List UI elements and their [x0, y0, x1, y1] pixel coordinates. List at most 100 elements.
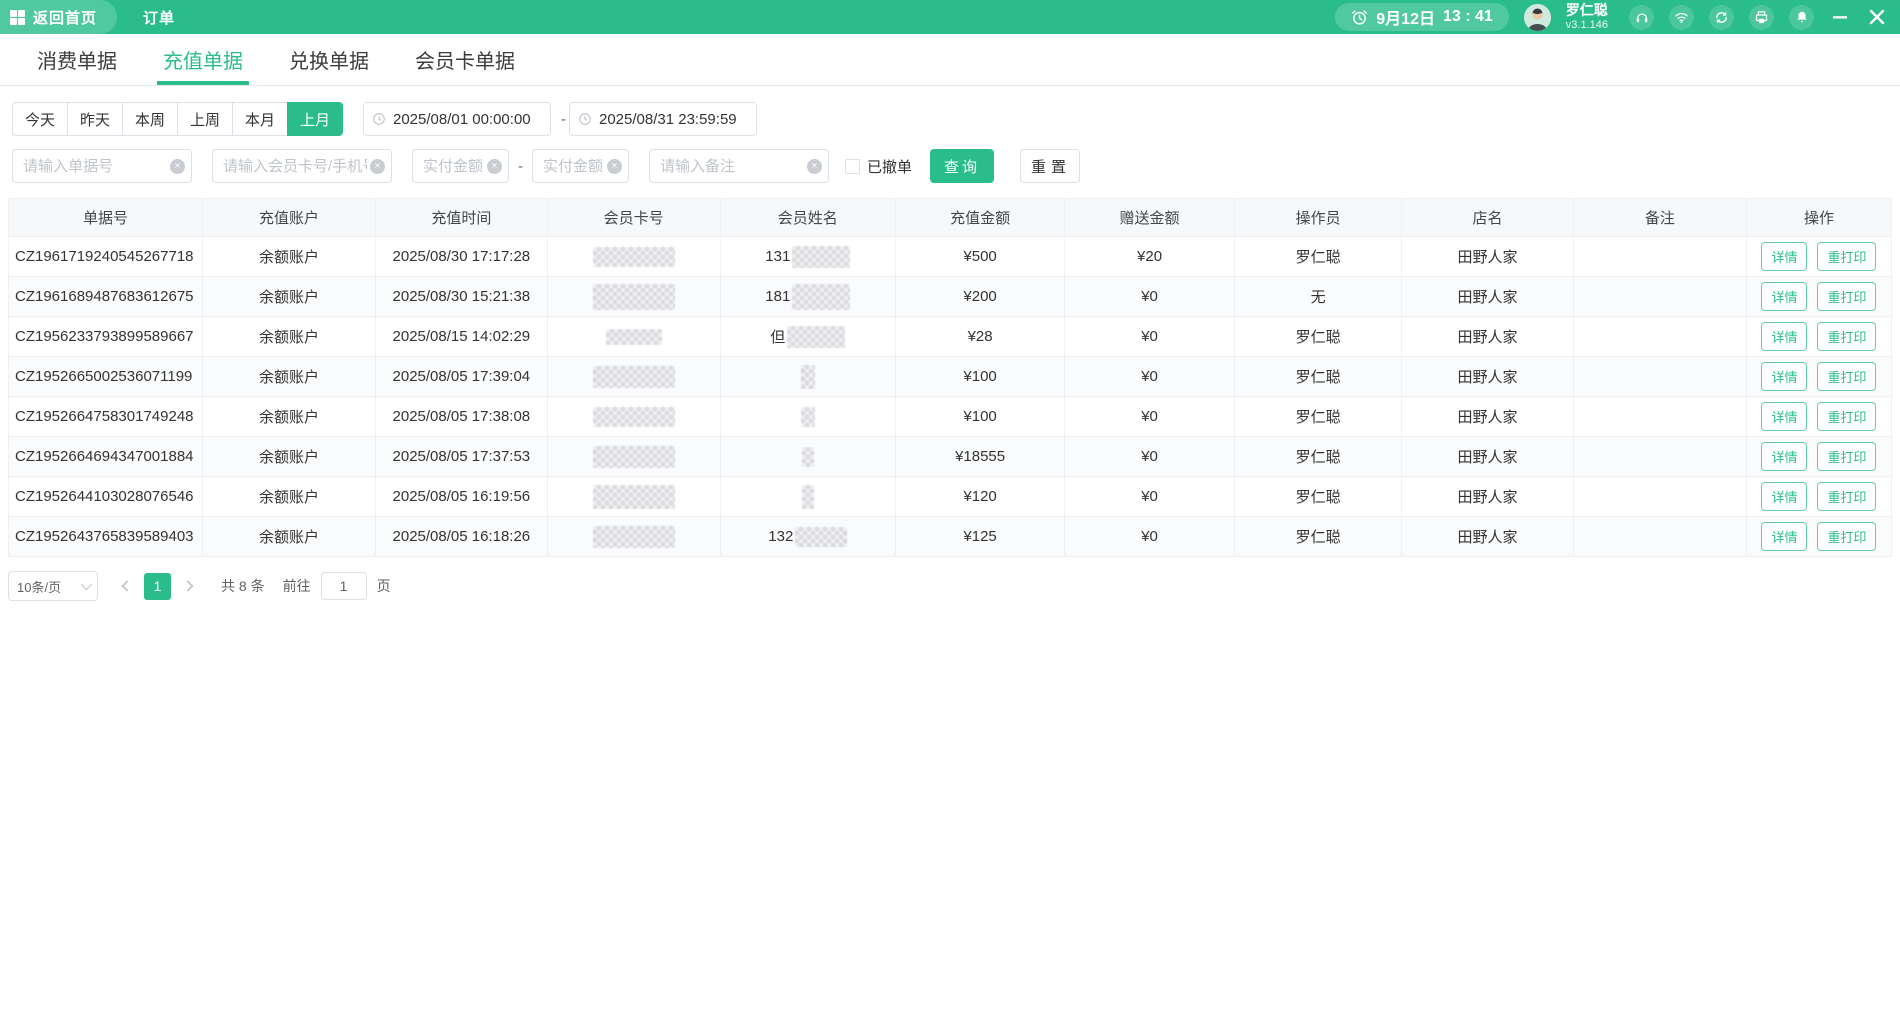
cell-time: 2025/08/05 16:19:56	[376, 477, 547, 517]
tab-membercard-receipts[interactable]: 会员卡单据	[415, 34, 515, 85]
headset-icon	[1635, 10, 1649, 24]
reprint-button[interactable]: 重打印	[1817, 362, 1876, 391]
range-today-button[interactable]: 今天	[12, 102, 68, 136]
clear-icon[interactable]	[607, 159, 622, 174]
table-body: CZ1961719240545267718余额账户2025/08/30 17:1…	[9, 237, 1892, 557]
cell-account: 余额账户	[202, 437, 375, 477]
minimize-button[interactable]	[1829, 6, 1851, 28]
detail-button[interactable]: 详情	[1761, 282, 1807, 311]
table-row: CZ1952664694347001884余额账户2025/08/05 17:3…	[9, 437, 1892, 477]
table-row: CZ1952643765839589403余额账户2025/08/05 16:1…	[9, 517, 1892, 557]
tab-exchange-receipts[interactable]: 兑换单据	[289, 34, 369, 85]
cell-time: 2025/08/30 15:21:38	[376, 277, 547, 317]
avatar[interactable]	[1524, 4, 1551, 31]
name-prefix: 但	[770, 329, 785, 346]
topbar: 返回首页 订单 9月12日 13 : 41 罗仁聪 v3.1.146	[0, 0, 1900, 34]
tab-consume-receipts[interactable]: 消费单据	[37, 34, 117, 85]
sync-icon	[1714, 10, 1729, 25]
detail-button[interactable]: 详情	[1761, 522, 1807, 551]
cell-bonus: ¥0	[1065, 477, 1234, 517]
cell-operator: 罗仁聪	[1234, 397, 1402, 437]
masked-value-mosaic	[801, 365, 815, 389]
range-yesterday-button[interactable]: 昨天	[67, 102, 123, 136]
member-search-input[interactable]	[212, 149, 392, 183]
cell-amount: ¥18555	[895, 437, 1064, 477]
cell-remark	[1573, 277, 1746, 317]
clear-icon[interactable]	[370, 159, 385, 174]
reprint-button[interactable]: 重打印	[1817, 482, 1876, 511]
col-store: 店名	[1402, 199, 1573, 237]
cell-store: 田野人家	[1402, 357, 1573, 397]
sync-button[interactable]	[1709, 5, 1734, 30]
range-this-week-button[interactable]: 本周	[122, 102, 178, 136]
headset-button[interactable]	[1629, 5, 1654, 30]
clear-icon[interactable]	[170, 159, 185, 174]
order-no-input[interactable]	[12, 149, 192, 183]
cancelled-checkbox[interactable]	[845, 159, 860, 174]
reprint-button[interactable]: 重打印	[1817, 442, 1876, 471]
reprint-button[interactable]: 重打印	[1817, 322, 1876, 351]
masked-value-mosaic	[593, 485, 675, 509]
table-row: CZ1952664758301749248余额账户2025/08/05 17:3…	[9, 397, 1892, 437]
detail-button[interactable]: 详情	[1761, 442, 1807, 471]
wifi-button[interactable]	[1669, 5, 1694, 30]
masked-value-mosaic	[593, 407, 675, 427]
cell-store: 田野人家	[1402, 437, 1573, 477]
goto-page-input[interactable]	[321, 572, 367, 600]
close-icon	[1868, 8, 1886, 26]
chevron-down-icon	[81, 579, 92, 590]
masked-value-mosaic	[606, 329, 662, 345]
start-datetime-picker[interactable]: 2025/08/01 00:00:00	[363, 102, 551, 136]
back-home-label: 返回首页	[33, 7, 97, 28]
cell-account: 余额账户	[202, 277, 375, 317]
detail-button[interactable]: 详情	[1761, 242, 1807, 271]
printer-button[interactable]	[1749, 5, 1774, 30]
close-button[interactable]	[1866, 6, 1888, 28]
reprint-button[interactable]: 重打印	[1817, 402, 1876, 431]
cell-time: 2025/08/15 14:02:29	[376, 317, 547, 357]
clock-time: 13 : 41	[1443, 8, 1493, 26]
cell-operator: 罗仁聪	[1234, 317, 1402, 357]
reprint-button[interactable]: 重打印	[1817, 522, 1876, 551]
detail-button[interactable]: 详情	[1761, 362, 1807, 391]
masked-value-mosaic	[593, 247, 675, 267]
name-prefix: 131	[765, 248, 790, 265]
clear-icon[interactable]	[807, 159, 822, 174]
detail-button[interactable]: 详情	[1761, 482, 1807, 511]
range-this-month-button[interactable]: 本月	[232, 102, 288, 136]
tab-recharge-receipts[interactable]: 充值单据	[163, 34, 243, 85]
page-1-button[interactable]: 1	[144, 573, 171, 600]
clock-icon	[372, 112, 386, 126]
reprint-button[interactable]: 重打印	[1817, 282, 1876, 311]
cell-operator: 罗仁聪	[1234, 437, 1402, 477]
next-page-button[interactable]	[175, 572, 201, 600]
cell-store: 田野人家	[1402, 317, 1573, 357]
detail-button[interactable]: 详情	[1761, 322, 1807, 351]
clear-icon[interactable]	[487, 159, 502, 174]
table-row: CZ1952665002536071199余额账户2025/08/05 17:3…	[9, 357, 1892, 397]
name-prefix: 181	[765, 288, 790, 305]
remark-input[interactable]	[649, 149, 829, 183]
col-actions: 操作	[1746, 199, 1891, 237]
detail-button[interactable]: 详情	[1761, 402, 1807, 431]
page-size-select[interactable]: 10条/页	[8, 571, 98, 601]
reset-button[interactable]: 重置	[1020, 149, 1080, 183]
range-last-week-button[interactable]: 上周	[177, 102, 233, 136]
cell-order-no: CZ1952664694347001884	[9, 437, 203, 477]
back-home-button[interactable]: 返回首页	[0, 0, 117, 34]
page-word: 页	[377, 576, 391, 596]
cell-order-no: CZ1952643765839589403	[9, 517, 203, 557]
cell-operator: 罗仁聪	[1234, 477, 1402, 517]
prev-page-button[interactable]	[114, 572, 140, 600]
col-amount: 充值金额	[895, 199, 1064, 237]
end-datetime-picker[interactable]: 2025/08/31 23:59:59	[569, 102, 757, 136]
reprint-button[interactable]: 重打印	[1817, 242, 1876, 271]
recharge-table: 单据号 充值账户 充值时间 会员卡号 会员姓名 充值金额 赠送金额 操作员 店名…	[8, 198, 1892, 557]
query-button[interactable]: 查询	[930, 149, 994, 183]
table-row: CZ1961719240545267718余额账户2025/08/30 17:1…	[9, 237, 1892, 277]
notifications-button[interactable]	[1789, 5, 1814, 30]
table-row: CZ1961689487683612675余额账户2025/08/30 15:2…	[9, 277, 1892, 317]
cancelled-checkbox-wrap[interactable]: 已撤单	[845, 156, 912, 177]
range-last-month-button[interactable]: 上月	[287, 102, 343, 136]
col-account: 充值账户	[202, 199, 375, 237]
